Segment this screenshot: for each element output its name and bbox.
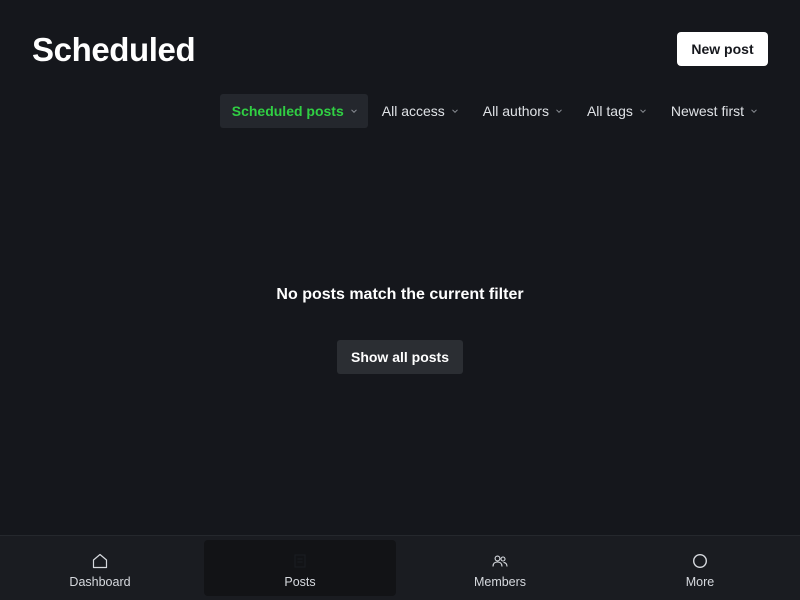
filter-type-label: Scheduled posts — [231, 103, 344, 119]
nav-item-posts[interactable]: Posts — [200, 536, 400, 600]
page: Scheduled New post Scheduled posts All a… — [0, 0, 800, 600]
filter-bar: Scheduled posts All access All authors A… — [219, 94, 768, 128]
show-all-posts-button[interactable]: Show all posts — [336, 340, 463, 374]
filter-tags[interactable]: All tags — [575, 94, 657, 128]
chevron-down-icon — [451, 107, 459, 115]
filter-sort[interactable]: Newest first — [659, 94, 768, 128]
filter-access-label: All access — [381, 103, 445, 119]
chevron-down-icon — [639, 107, 647, 115]
filter-tags-label: All tags — [586, 103, 633, 119]
nav-item-more[interactable]: More — [600, 536, 800, 600]
filter-authors[interactable]: All authors — [471, 94, 573, 128]
bottom-nav: Dashboard Posts Members More — [0, 535, 800, 600]
circle-icon — [691, 552, 709, 570]
filter-type[interactable]: Scheduled posts — [219, 94, 368, 128]
empty-state: No posts match the current filter Show a… — [0, 284, 800, 374]
nav-label-posts: Posts — [284, 575, 316, 589]
nav-label-dashboard: Dashboard — [69, 575, 131, 589]
nav-label-members: Members — [473, 575, 527, 589]
posts-icon — [291, 552, 309, 570]
home-icon — [91, 552, 109, 570]
chevron-down-icon — [555, 107, 563, 115]
filter-authors-label: All authors — [482, 103, 549, 119]
members-icon — [491, 552, 509, 570]
empty-state-message: No posts match the current filter — [276, 286, 524, 303]
chevron-down-icon — [750, 107, 758, 115]
chevron-down-icon — [350, 107, 358, 115]
nav-label-more: More — [685, 575, 715, 589]
nav-item-members[interactable]: Members — [400, 536, 600, 600]
filter-sort-label: Newest first — [670, 103, 744, 119]
page-title: Scheduled — [32, 31, 196, 68]
nav-item-dashboard[interactable]: Dashboard — [0, 536, 200, 600]
new-post-button[interactable]: New post — [677, 32, 768, 66]
filter-access[interactable]: All access — [370, 94, 469, 128]
